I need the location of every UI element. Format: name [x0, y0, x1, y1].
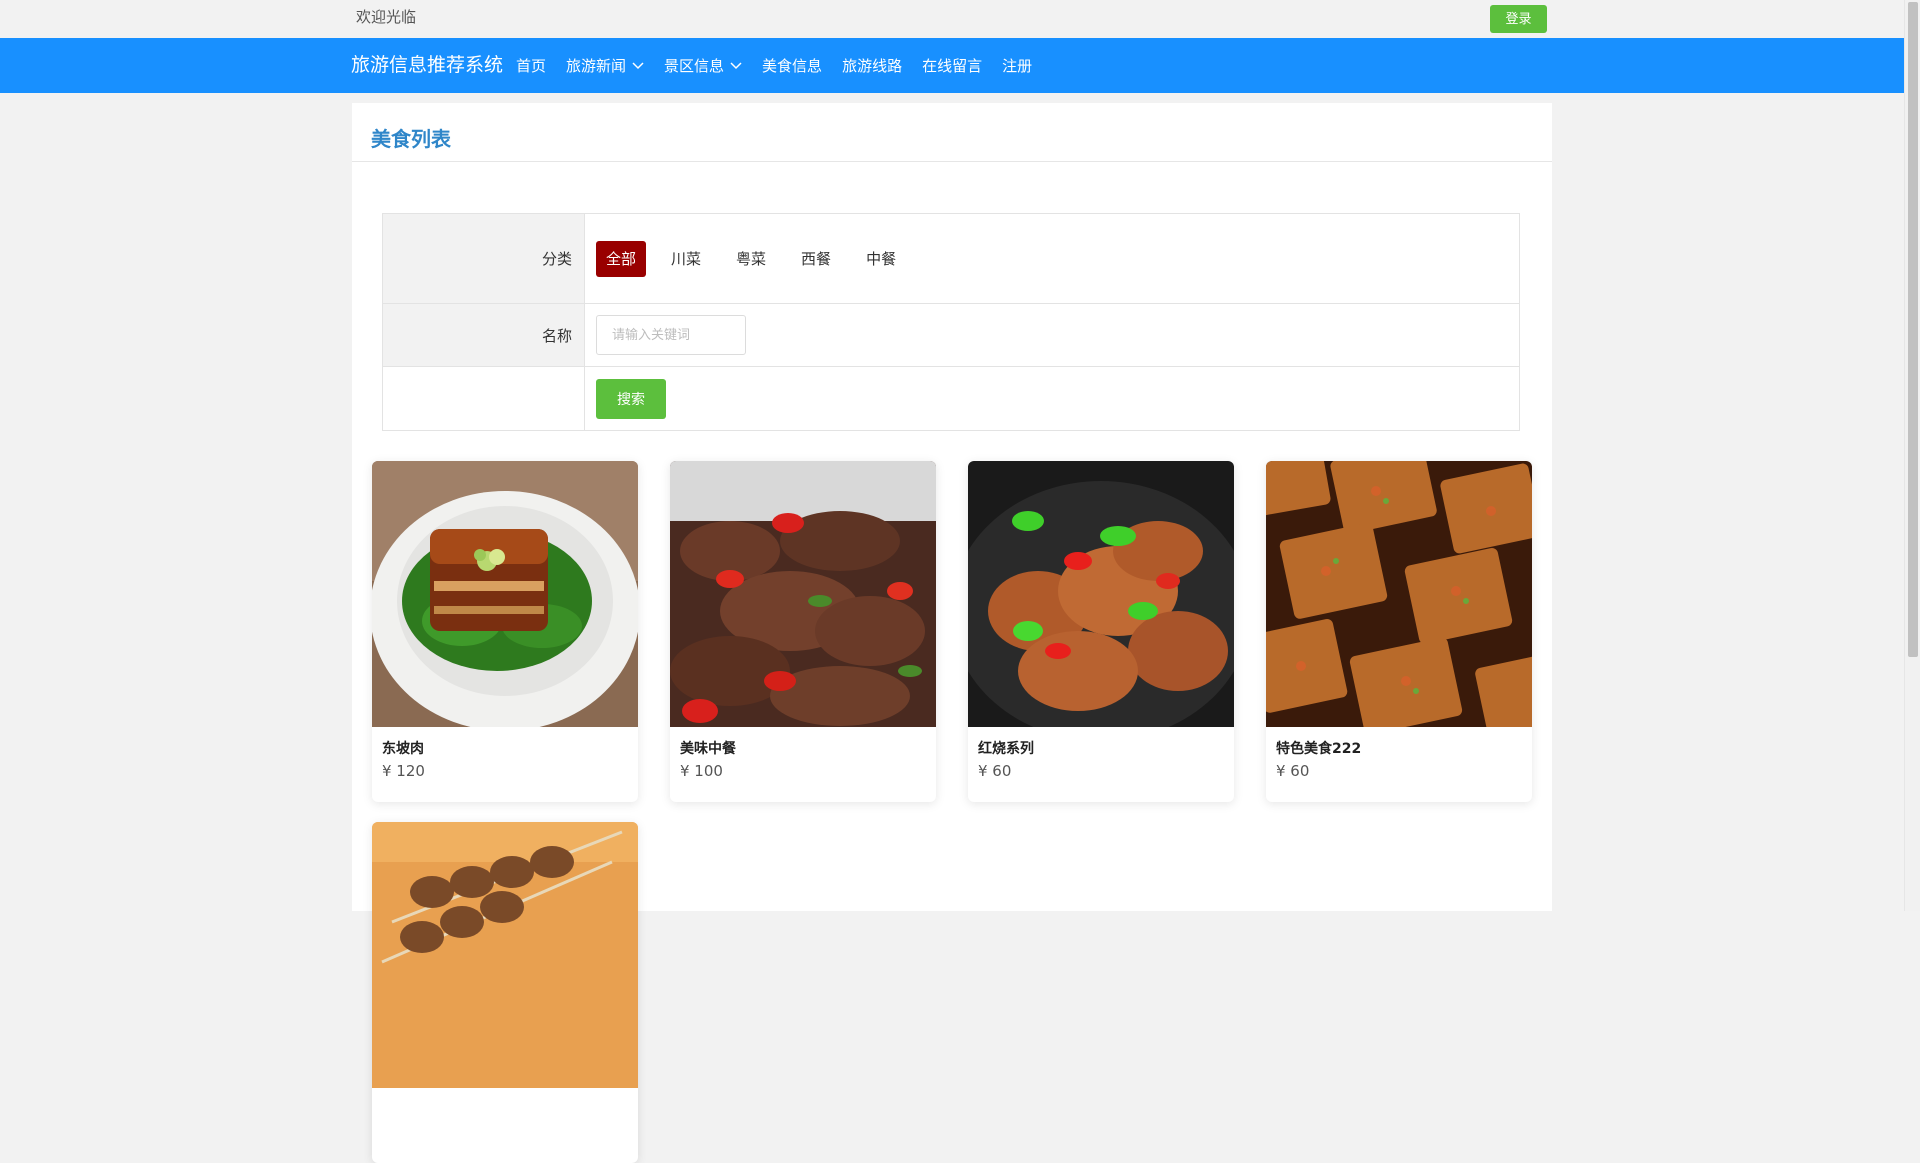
- food-image-braised-intestine: [968, 461, 1234, 727]
- food-price: ¥ 60: [978, 762, 1012, 780]
- nav-item-travel-news[interactable]: 旅游新闻: [566, 55, 644, 76]
- nav-item-register[interactable]: 注册: [1002, 55, 1032, 76]
- category-sichuan[interactable]: 川菜: [661, 241, 711, 277]
- search-button[interactable]: 搜索: [596, 378, 666, 419]
- nav-item-label: 旅游线路: [842, 57, 903, 75]
- food-price: ¥ 100: [680, 762, 723, 780]
- name-row: 名称: [383, 304, 1519, 367]
- food-card[interactable]: 东坡肉 ¥ 120: [372, 461, 638, 802]
- search-row-label: [383, 367, 585, 430]
- nav-item-travel-routes[interactable]: 旅游线路: [842, 55, 902, 76]
- nav-item-label: 美食信息: [762, 57, 823, 75]
- category-options: 全部 川菜 粤菜 西餐 中餐: [585, 214, 1519, 303]
- nav-item-online-message[interactable]: 在线留言: [922, 55, 982, 76]
- nav-item-label: 首页: [516, 57, 547, 75]
- category-chinese[interactable]: 中餐: [856, 241, 906, 277]
- food-name: 美味中餐: [680, 741, 736, 757]
- category-row: 分类 全部 川菜 粤菜 西餐 中餐: [383, 214, 1519, 304]
- nav-item-label: 旅游新闻: [566, 57, 627, 75]
- food-card[interactable]: 红烧系列 ¥ 60: [968, 461, 1234, 802]
- welcome-text: 欢迎光临: [356, 8, 417, 26]
- food-name: 东坡肉: [382, 741, 424, 757]
- nav-item-label: 注册: [1002, 57, 1033, 75]
- keyword-input[interactable]: [596, 315, 746, 355]
- category-all[interactable]: 全部: [596, 240, 647, 277]
- main-navbar: 旅游信息推荐系统 首页 旅游新闻 景区信息 美食信息 旅游线路 在线留言 注册: [0, 38, 1904, 93]
- category-cantonese[interactable]: 粤菜: [726, 241, 776, 277]
- chevron-down-icon: [632, 61, 644, 69]
- food-image-stir-fried-beef: [670, 461, 936, 727]
- page-title: 美食列表: [371, 127, 451, 151]
- nav-item-label: 景区信息: [664, 57, 725, 75]
- panel-header: 美食列表: [352, 103, 1552, 162]
- nav-item-scenic-info[interactable]: 景区信息: [664, 55, 742, 76]
- nav-menu: 首页 旅游新闻 景区信息 美食信息 旅游线路 在线留言 注册: [516, 38, 1052, 93]
- page-scrollbar[interactable]: [1904, 0, 1920, 911]
- nav-item-home[interactable]: 首页: [516, 55, 546, 76]
- filter-table: 分类 全部 川菜 粤菜 西餐 中餐 名称 搜索: [382, 213, 1520, 431]
- category-label: 分类: [383, 214, 585, 303]
- site-brand[interactable]: 旅游信息推荐系统: [351, 38, 503, 93]
- food-name: 特色美食222: [1276, 741, 1362, 757]
- food-name: 红烧系列: [978, 741, 1034, 757]
- search-button-cell: 搜索: [585, 367, 1519, 430]
- name-label: 名称: [383, 304, 585, 366]
- food-card[interactable]: [372, 822, 638, 1163]
- scrollbar-thumb[interactable]: [1908, 2, 1918, 657]
- food-list-panel: 美食列表 分类 全部 川菜 粤菜 西餐 中餐 名称 搜索: [352, 103, 1552, 1163]
- category-western[interactable]: 西餐: [791, 241, 841, 277]
- food-card[interactable]: 特色美食222 ¥ 60: [1266, 461, 1532, 802]
- food-price: ¥ 60: [1276, 762, 1310, 780]
- name-field-cell: [585, 304, 1519, 366]
- search-row: 搜索: [383, 367, 1519, 430]
- top-bar: 欢迎光临 登录: [0, 0, 1904, 38]
- nav-item-food-info[interactable]: 美食信息: [762, 55, 822, 76]
- food-card[interactable]: 美味中餐 ¥ 100: [670, 461, 936, 802]
- food-image-braised-pork: [372, 461, 638, 727]
- nav-item-label: 在线留言: [922, 57, 983, 75]
- chevron-down-icon: [730, 61, 742, 69]
- login-button[interactable]: 登录: [1490, 5, 1547, 33]
- food-price: ¥ 120: [382, 762, 425, 780]
- food-image-meat-skewers: [372, 822, 638, 1088]
- food-image-grilled-tofu: [1266, 461, 1532, 727]
